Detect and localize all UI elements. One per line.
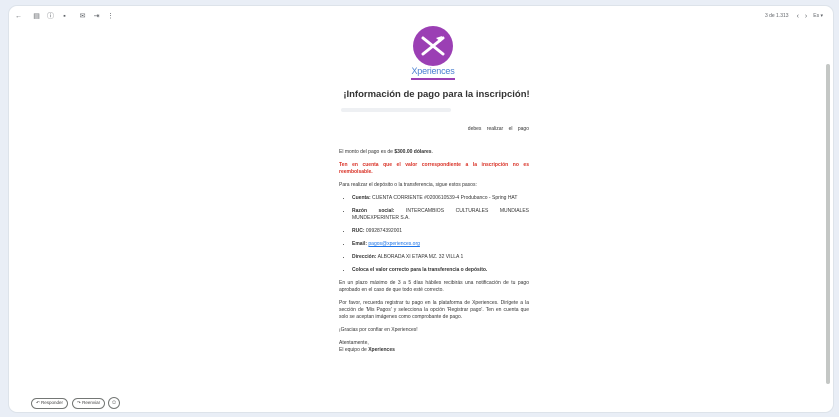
more-icon[interactable]: ⋮ bbox=[105, 11, 116, 22]
list-item: Coloca el valor correcto para la transfe… bbox=[352, 267, 529, 274]
next-message-button[interactable]: › bbox=[805, 13, 807, 20]
list-item: Email: pagos@xperiences.org bbox=[352, 241, 529, 248]
report-spam-icon[interactable]: ⓘ bbox=[45, 11, 56, 22]
email-window: ← ▤ ⓘ ▪ ✉ ⇥ ⋮ 3 de 1.313 ‹ › Es ▾ Xperie… bbox=[9, 6, 833, 412]
refund-warning: Ten en cuenta que el valor correspondien… bbox=[339, 162, 529, 175]
list-item: Cuenta: CUENTA CORRIENTE #0200610539-4 P… bbox=[352, 195, 529, 202]
previous-message-button[interactable]: ‹ bbox=[797, 13, 799, 20]
archive-icon[interactable]: ▤ bbox=[31, 11, 42, 22]
list-item: RUC: 0992874392001 bbox=[352, 228, 529, 235]
reply-bar: ↶ Responder ↷ Reenviar ☺ bbox=[9, 394, 833, 412]
reminder-paragraph: Por favor, recuerda registrar tu pago en… bbox=[339, 300, 529, 320]
email-title: ¡Información de pago para la inscripción… bbox=[343, 89, 530, 100]
notice-paragraph: En un plazo máximo de 3 a 5 días hábiles… bbox=[339, 280, 529, 293]
back-arrow-icon[interactable]: ← bbox=[13, 11, 24, 22]
language-dropdown[interactable]: Es ▾ bbox=[813, 13, 823, 19]
faded-greeting bbox=[341, 108, 451, 112]
move-to-icon[interactable]: ⇥ bbox=[91, 11, 102, 22]
reply-button[interactable]: ↶ Responder bbox=[31, 397, 69, 409]
intro-line: debes realizar el pago bbox=[467, 126, 529, 132]
amount-value: $300.00 dólares bbox=[394, 149, 432, 155]
logo-underline bbox=[411, 78, 455, 80]
mark-unread-icon[interactable]: ✉ bbox=[77, 11, 88, 22]
amount-paragraph: El monto del pago es de $300.00 dólares. bbox=[339, 149, 433, 155]
logo-wordmark: Xperiences bbox=[411, 66, 455, 76]
logo-icon bbox=[413, 26, 453, 66]
emoji-reaction-icon[interactable]: ☺ bbox=[108, 397, 121, 409]
steps-intro: Para realizar el depósito o la transfere… bbox=[339, 182, 477, 188]
thanks-paragraph: ¡Gracias por confiar en Xperiences! bbox=[339, 327, 418, 333]
message-count: 3 de 1.313 bbox=[764, 13, 789, 19]
email-text-block: El monto del pago es de $300.00 dólares.… bbox=[339, 149, 529, 354]
list-item: Dirección: ALBORADA XI ETAPA MZ. 32 VILL… bbox=[352, 254, 529, 261]
delete-icon[interactable]: ▪ bbox=[59, 11, 70, 22]
list-item: Razón social: INTERCAMBIOS CULTURALES MU… bbox=[352, 208, 529, 222]
scrollbar[interactable] bbox=[826, 64, 830, 384]
payment-details-list: Cuenta: CUENTA CORRIENTE #0200610539-4 P… bbox=[339, 195, 529, 274]
closing: Atentamente, bbox=[339, 340, 369, 346]
email-content: Xperiences ¡Información de pago para la … bbox=[9, 26, 823, 392]
signature: El equipo de Xperiences bbox=[339, 347, 395, 353]
payment-email-link[interactable]: pagos@xperiences.org bbox=[368, 241, 420, 247]
email-toolbar: ← ▤ ⓘ ▪ ✉ ⇥ ⋮ 3 de 1.313 ‹ › Es ▾ bbox=[9, 6, 833, 26]
forward-button[interactable]: ↷ Reenviar bbox=[72, 397, 106, 409]
